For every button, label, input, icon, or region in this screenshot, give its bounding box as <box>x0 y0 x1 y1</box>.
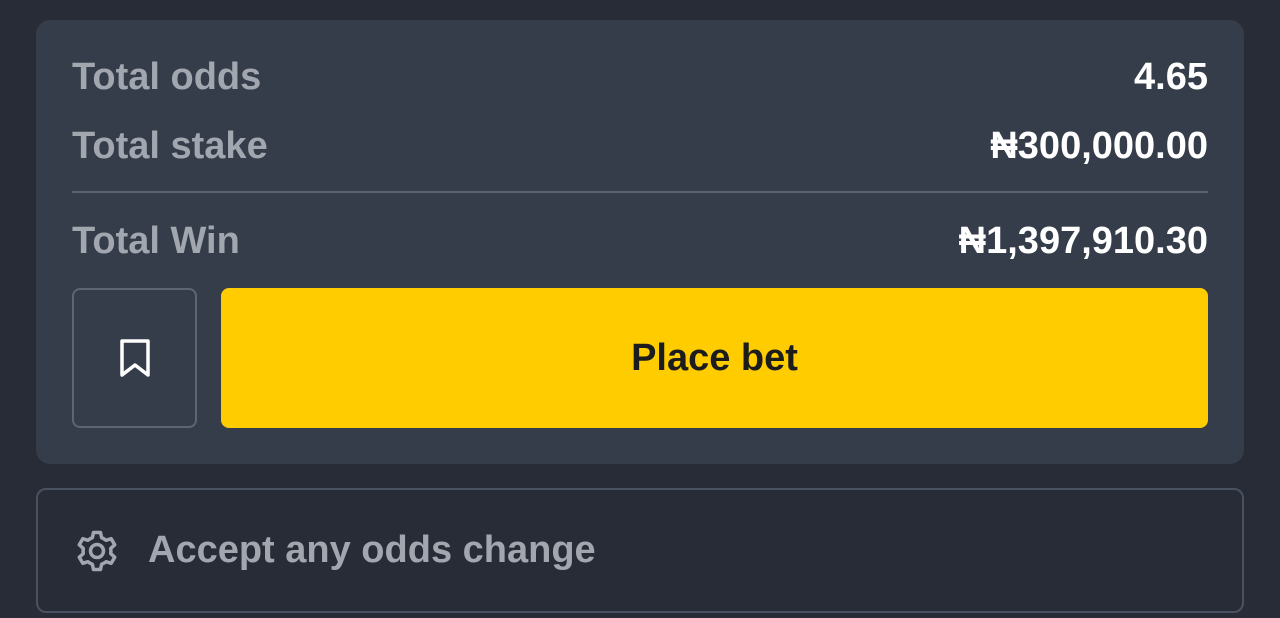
total-stake-row: Total stake ₦300,000.00 <box>72 121 1208 171</box>
total-odds-label: Total odds <box>72 55 262 98</box>
bookmark-icon <box>118 338 152 378</box>
place-bet-button[interactable]: Place bet <box>221 288 1208 428</box>
save-bet-button[interactable] <box>72 288 197 428</box>
accept-odds-change-label: Accept any odds change <box>148 529 596 571</box>
total-win-value: ₦1,397,910.30 <box>958 219 1208 262</box>
gear-icon <box>72 526 122 576</box>
total-stake-value: ₦300,000.00 <box>990 124 1208 167</box>
total-win-row: Total Win ₦1,397,910.30 <box>72 216 1208 266</box>
total-odds-value: 4.65 <box>1134 55 1208 98</box>
total-stake-label: Total stake <box>72 124 268 167</box>
summary-divider <box>72 191 1208 193</box>
total-win-label: Total Win <box>72 219 240 262</box>
total-odds-row: Total odds 4.65 <box>72 52 1208 102</box>
accept-odds-change-setting[interactable]: Accept any odds change <box>36 488 1244 613</box>
bet-summary-card: Total odds 4.65 Total stake ₦300,000.00 … <box>36 20 1244 464</box>
